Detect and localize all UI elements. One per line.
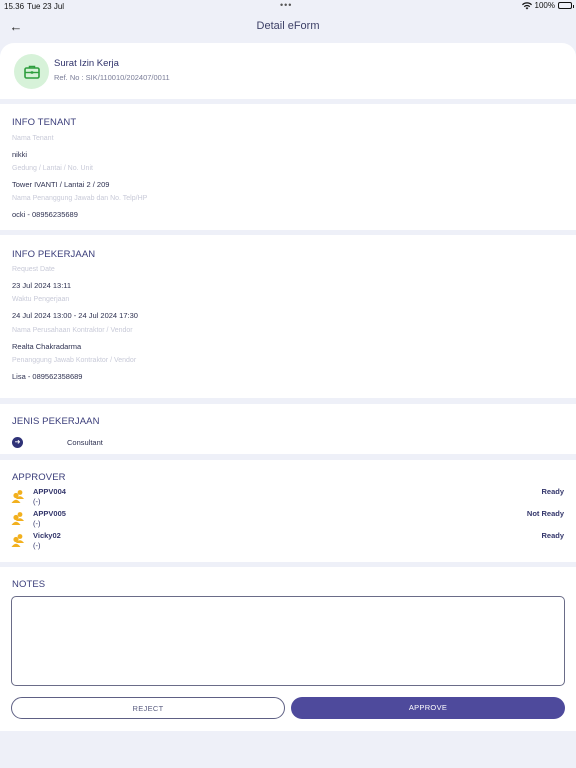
approve-button[interactable]: APPROVE [291,697,565,719]
info-tenant-card: INFO TENANT Nama Tenant nikki Gedung / L… [0,104,576,230]
field-value-nama-tenant: nikki [12,150,28,159]
section-title-approver: APPROVER [12,472,66,483]
approver-name: Vicky02 [33,531,61,540]
field-label: Nama Tenant [12,135,54,142]
approver-note: (-) [33,541,41,550]
form-reference-number: Ref. No : SIK/110010/202407/0011 [54,73,170,82]
battery-percent: 100% [534,1,555,10]
arrow-right-circle-icon: ➜ [12,437,23,448]
multitasking-dots-icon[interactable]: ••• [280,0,292,10]
field-label: Gedung / Lantai / No. Unit [12,165,93,172]
form-title: Surat Izin Kerja [54,58,119,69]
status-bar: 15.36 Tue 23 Jul ••• 100% [0,0,576,12]
status-right: 100% [521,1,574,10]
approver-note: (-) [33,519,41,528]
field-value-penanggung-jawab: ocki - 08956235689 [12,210,78,219]
users-group-icon [11,534,24,547]
section-title-info-tenant: INFO TENANT [12,117,77,128]
field-value-request-date: 23 Jul 2024 13:11 [12,281,72,290]
wifi-icon [521,1,532,9]
approver-status: Ready [541,487,564,496]
field-value-perusahaan: Realta Chakradarma [12,342,82,351]
notes-textarea[interactable] [11,596,565,686]
jenis-pekerjaan-card: JENIS PEKERJAAN ➜ Consultant [0,404,576,454]
field-label: Request Date [12,266,55,273]
section-title-jenis-pekerjaan: JENIS PEKERJAAN [12,416,100,427]
page-title: Detail eForm [256,20,320,32]
section-title-info-pekerjaan: INFO PEKERJAAN [12,249,96,260]
approver-note: (-) [33,497,41,506]
battery-icon [558,2,574,9]
field-label: Penanggung Jawab Kontraktor / Vendor [12,357,137,364]
field-label: Waktu Pengerjaan [12,296,70,303]
section-title-notes: NOTES [12,579,46,590]
status-date: Tue 23 Jul [27,2,65,11]
approver-name: APPV004 [33,487,66,496]
users-group-icon [11,512,24,525]
approver-name: APPV005 [33,509,66,518]
field-value-penanggung-jawab-kontraktor: Lisa - 089562358689 [12,372,83,381]
field-label: Nama Penanggung Jawab dan No. Telp/HP [12,195,148,202]
reject-button[interactable]: REJECT [11,697,285,719]
approver-status: Not Ready [526,509,564,518]
field-value-waktu-pengerjaan: 24 Jul 2024 13:00 - 24 Jul 2024 17:30 [12,311,138,320]
navigation-bar: ← Detail eForm [0,12,576,42]
form-header-card: Surat Izin Kerja Ref. No : SIK/110010/20… [0,43,576,99]
jenis-pekerjaan-item: Consultant [67,438,103,447]
field-value-gedung: Tower IVANTI / Lantai 2 / 209 [12,180,110,189]
briefcase-icon [14,54,49,89]
info-pekerjaan-card: INFO PEKERJAAN Request Date 23 Jul 2024 … [0,235,576,398]
approver-status: Ready [541,531,564,540]
users-group-icon [11,490,24,503]
approver-card: APPROVER APPV004 (-) Ready APPV005 (-) N… [0,460,576,562]
status-time: 15.36 [4,2,25,11]
field-label: Nama Perusahaan Kontraktor / Vendor [12,327,133,334]
